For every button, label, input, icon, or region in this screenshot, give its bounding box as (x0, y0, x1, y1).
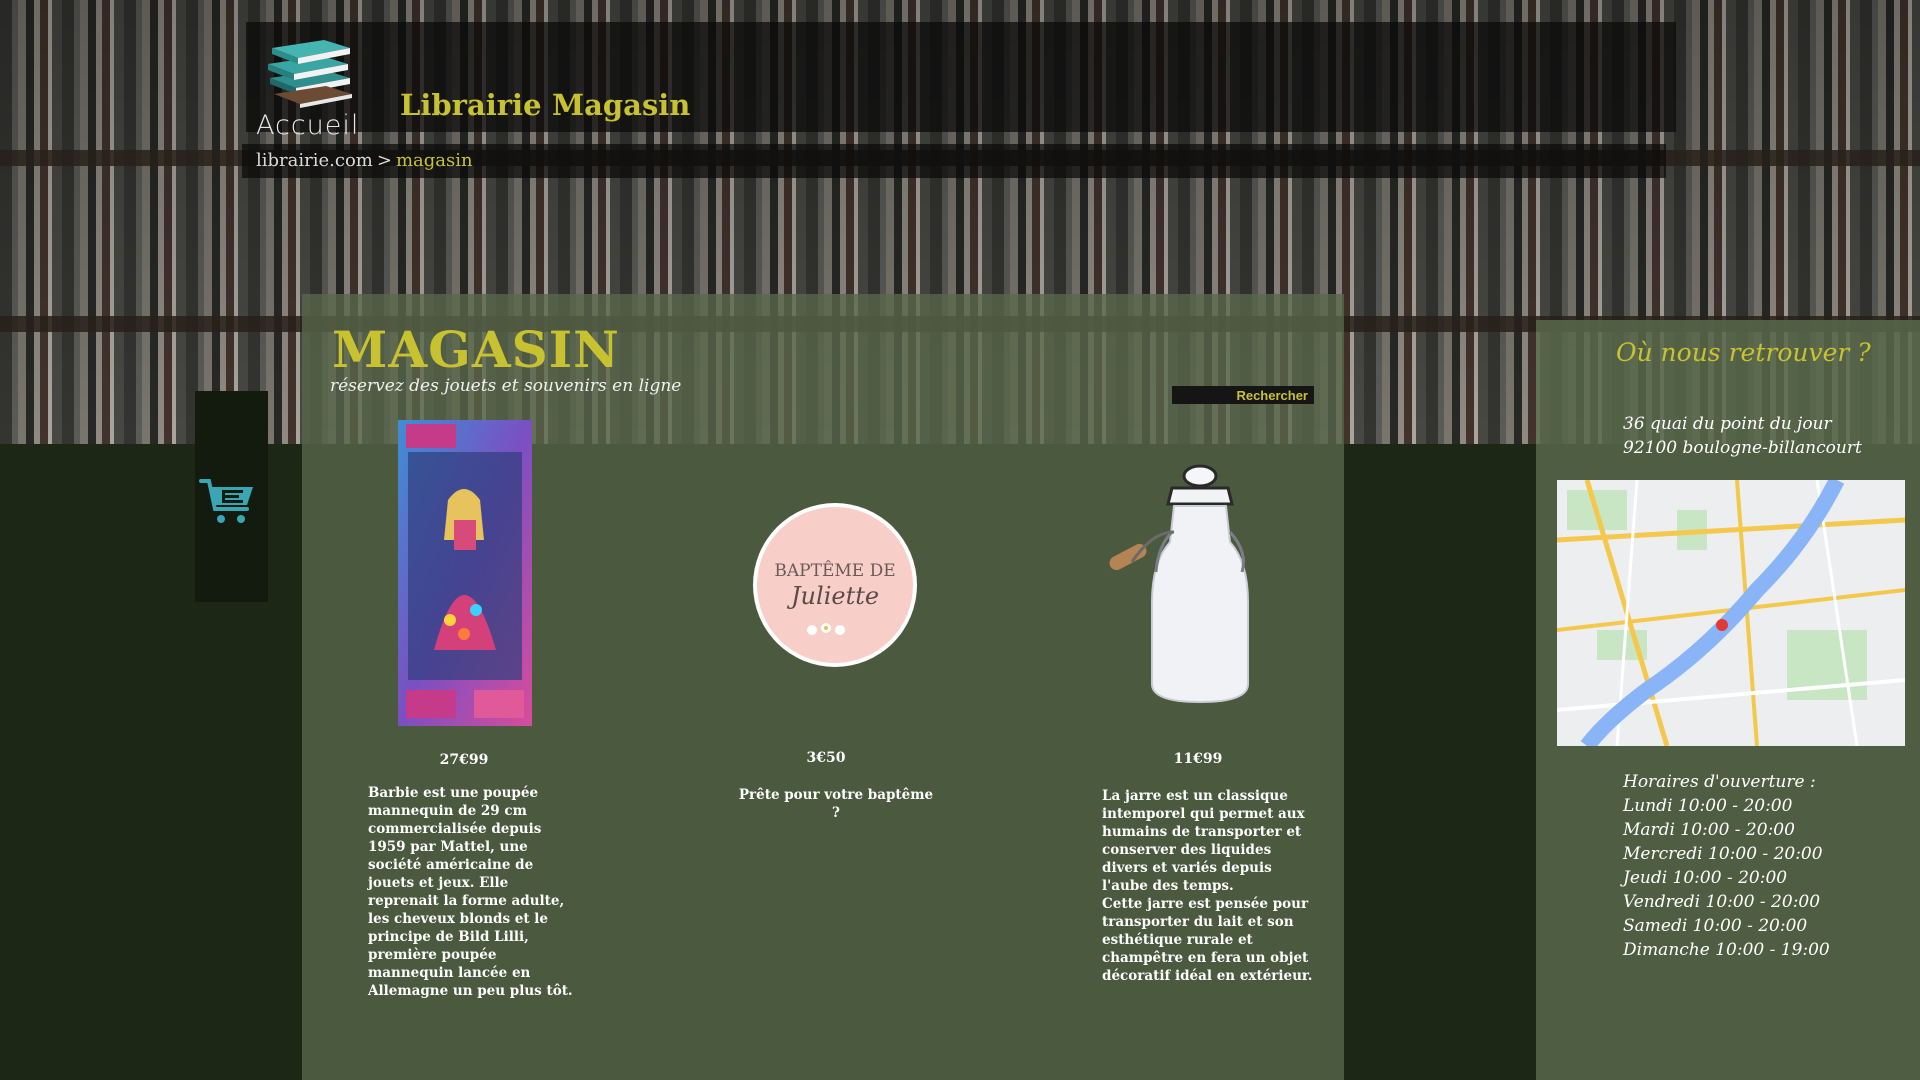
sidebar-title: Où nous retrouver ? (1616, 338, 1871, 367)
baptism-badge-image: BAPTÊME DE Juliette (753, 503, 917, 667)
shopping-cart-icon[interactable] (199, 475, 257, 529)
location-map[interactable] (1557, 480, 1905, 746)
nav-link-magasin[interactable]: Magasin (552, 88, 690, 122)
hours-line: Jeudi 10:00 - 20:00 (1623, 868, 1788, 888)
home-label: Accueil (256, 110, 360, 141)
opening-hours: Horaires d'ouverture : Lundi 10:00 - 20:… (1623, 770, 1830, 962)
shop-panel: MAGASIN réservez des jouets et souvenirs… (302, 294, 1344, 1080)
product-price: 27€99 (439, 752, 489, 768)
address-line: 92100 boulogne-billancourt (1623, 438, 1862, 458)
page-title: MAGASIN (332, 320, 620, 379)
address-line: 36 quai du point du jour (1623, 414, 1832, 434)
hours-line: Mercredi 10:00 - 20:00 (1623, 844, 1823, 864)
hours-title: Horaires d'ouverture : (1623, 772, 1816, 792)
location-sidebar: Où nous retrouver ? 36 quai du point du … (1536, 320, 1920, 1080)
page-subtitle: réservez des jouets et souvenirs en lign… (330, 376, 682, 396)
badge-text-line2: Juliette (786, 582, 879, 610)
product-description: Prête pour votre baptême ? (738, 787, 934, 821)
hours-line: Vendredi 10:00 - 20:00 (1623, 892, 1821, 912)
breadcrumb: librairie.com > magasin (242, 144, 1666, 178)
badge-text-line1: BAPTÊME DE (774, 560, 895, 581)
hours-line: Mardi 10:00 - 20:00 (1623, 820, 1795, 840)
breadcrumb-current: magasin (395, 150, 473, 171)
product-description: La jarre est un classique intemporel qui… (1102, 788, 1313, 984)
nav-link-librairie[interactable]: Librairie (400, 88, 542, 122)
breadcrumb-home-link[interactable]: librairie.com (256, 150, 373, 171)
hours-line: Samedi 10:00 - 20:00 (1623, 916, 1808, 936)
cart-panel (195, 391, 268, 602)
product-description: Barbie est une poupée mannequin de 29 cm… (368, 785, 573, 999)
hours-line: Dimanche 10:00 - 19:00 (1623, 940, 1830, 960)
home-logo-link[interactable]: Accueil (256, 40, 358, 141)
breadcrumb-separator: > (376, 150, 392, 171)
product-price: 3€50 (806, 750, 846, 766)
header-nav: Accueil Librairie Magasin (246, 22, 1676, 141)
product-price: 11€99 (1173, 751, 1223, 767)
books-logo-icon (268, 40, 352, 108)
milk-jar-image (1109, 464, 1249, 704)
doll-box-image (398, 420, 532, 726)
store-address: 36 quai du point du jour 92100 boulogne-… (1623, 412, 1862, 460)
hours-line: Lundi 10:00 - 20:00 (1623, 796, 1793, 816)
search-button[interactable]: Rechercher (1172, 386, 1314, 404)
